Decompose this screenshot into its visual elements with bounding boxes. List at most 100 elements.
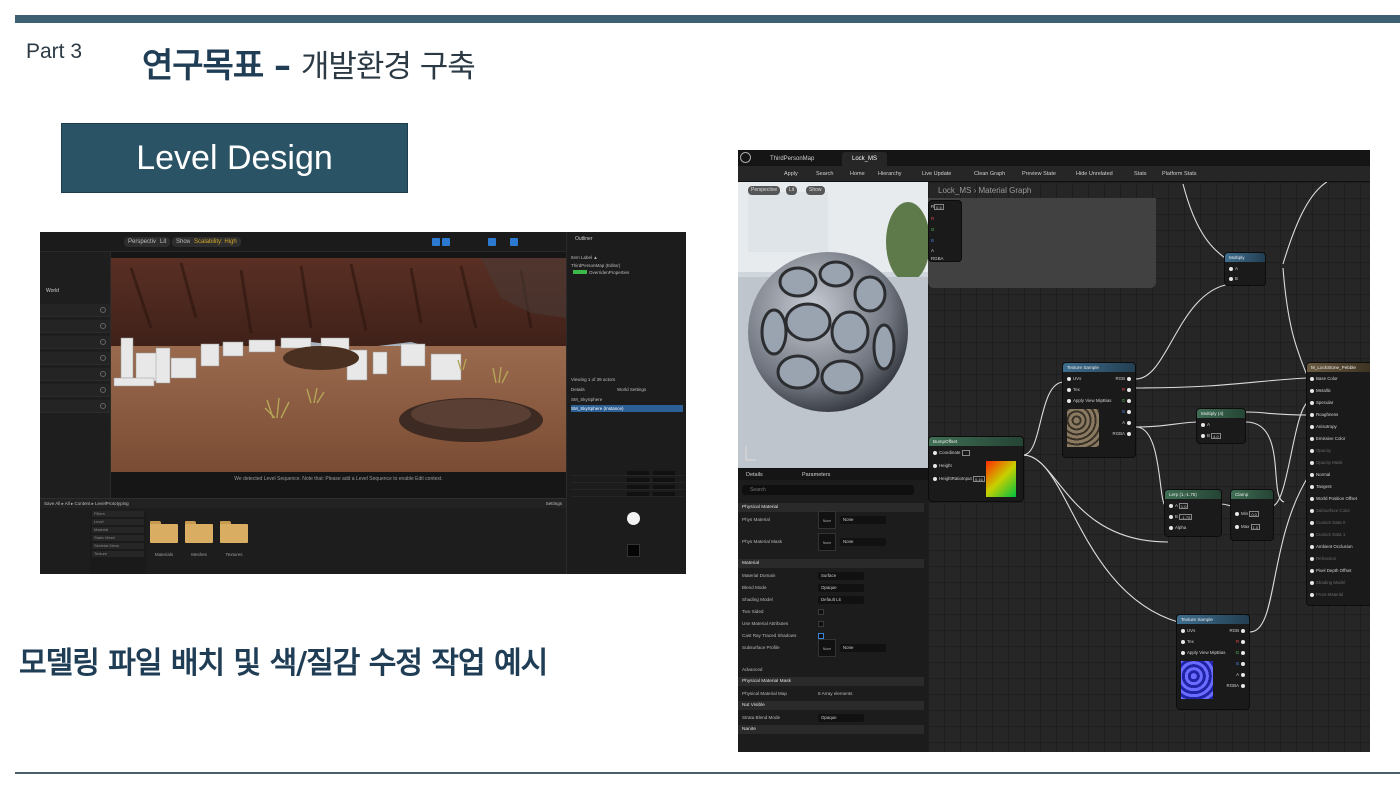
level-viewport[interactable] bbox=[111, 258, 566, 472]
node-pin[interactable]: Refraction bbox=[1308, 555, 1336, 562]
node-pin[interactable]: Custom Data 1 bbox=[1308, 531, 1345, 538]
selected-actor-instance[interactable]: SM_SkySphere (Instance) bbox=[571, 405, 683, 412]
filter-item[interactable]: Level bbox=[92, 519, 144, 525]
node-material-result[interactable]: M_LockStone_Pebble Base Color Metallic Spe… bbox=[1306, 362, 1370, 606]
details-dropdown[interactable]: Opaque bbox=[818, 714, 864, 722]
transform-row[interactable] bbox=[571, 477, 685, 483]
node-fragment[interactable]: R 0.5 R G B A RGBA bbox=[928, 200, 962, 262]
node-pin[interactable]: Roughness bbox=[1308, 411, 1338, 418]
filter-item[interactable]: Static Mesh bbox=[92, 535, 144, 541]
details-checkbox[interactable] bbox=[818, 609, 824, 615]
viewport-chip-lit[interactable]: Lit bbox=[156, 237, 171, 247]
asset-thumbnail[interactable]: None bbox=[818, 533, 836, 551]
node-pin[interactable]: Opacity Mask bbox=[1308, 459, 1343, 466]
sidebar-row[interactable] bbox=[40, 320, 110, 333]
details-dropdown[interactable]: None bbox=[840, 644, 886, 652]
settings-button[interactable]: Settings bbox=[546, 499, 562, 508]
outliner-row[interactable]: Item Label ▲ bbox=[571, 254, 683, 261]
sidebar-row[interactable] bbox=[40, 384, 110, 397]
node-pin[interactable]: Specular bbox=[1308, 399, 1333, 406]
filter-item[interactable]: Filters bbox=[92, 511, 144, 517]
apply-button[interactable]: Apply bbox=[784, 169, 798, 179]
platform-stats-button[interactable]: Platform Stats bbox=[1162, 169, 1197, 179]
node-bump-offset[interactable]: BumpOffset Coordinate Height HeightRatio… bbox=[928, 436, 1024, 502]
node-pin[interactable]: Ambient Occlusion bbox=[1308, 543, 1353, 550]
node-pin[interactable]: Emissive Color bbox=[1308, 435, 1345, 442]
node-texture-sample-1[interactable]: Texture Sample UVs Tex Apply View MipBia… bbox=[1062, 362, 1136, 458]
details-dropdown[interactable]: Surface bbox=[818, 572, 864, 580]
preview-chip-perspective[interactable]: Perspective bbox=[748, 186, 781, 195]
snap-angle-icon[interactable] bbox=[510, 238, 518, 246]
details-dropdown[interactable]: None bbox=[840, 516, 886, 524]
translate-tool-icon[interactable] bbox=[432, 238, 440, 246]
node-pin[interactable]: Front Material bbox=[1308, 591, 1343, 598]
folder-icon[interactable] bbox=[150, 521, 178, 543]
asset-thumbnail[interactable]: None bbox=[818, 639, 836, 657]
details-section[interactable]: Nut Visible bbox=[738, 701, 924, 710]
details-section[interactable]: Physical Material Mask bbox=[738, 677, 924, 686]
outliner-row[interactable]: ThirdPersonMap (Editor) bbox=[571, 262, 683, 269]
folder-icon[interactable] bbox=[220, 521, 248, 543]
details-section[interactable]: Nanite bbox=[738, 725, 924, 734]
node-pin[interactable]: Shading Model bbox=[1308, 579, 1345, 586]
stats-button[interactable]: Stats bbox=[1134, 169, 1147, 179]
details-checkbox[interactable] bbox=[818, 621, 824, 627]
node-pin[interactable]: Tangent bbox=[1308, 483, 1332, 490]
node-clamp[interactable]: Clamp Min 0.0 Max 1.0 bbox=[1230, 489, 1274, 541]
preview-chip-show[interactable]: Show bbox=[806, 186, 825, 195]
asset-thumbnail[interactable]: None bbox=[818, 511, 836, 529]
static-mesh-thumbnail[interactable] bbox=[627, 512, 640, 525]
selected-actor[interactable]: SM_SkySphere bbox=[571, 396, 683, 403]
node-texture-sample-2[interactable]: Texture Sample UVs Tex Apply View MipBia… bbox=[1176, 614, 1250, 710]
node-pin[interactable]: Normal bbox=[1308, 471, 1330, 478]
transform-row[interactable] bbox=[571, 491, 685, 497]
details-dropdown[interactable]: None bbox=[840, 538, 886, 546]
filter-item[interactable]: Texture bbox=[92, 551, 144, 557]
sidebar-row[interactable] bbox=[40, 400, 110, 413]
live-update-button[interactable]: Live Update bbox=[922, 169, 951, 179]
node-pin[interactable]: Pixel Depth Offset bbox=[1308, 567, 1351, 574]
material-preview-viewport[interactable]: Perspective Lit Show bbox=[738, 182, 928, 468]
sidebar-row[interactable] bbox=[40, 336, 110, 349]
hierarchy-button[interactable]: Hierarchy bbox=[878, 169, 902, 179]
tab-parameters[interactable]: Parameters bbox=[798, 470, 834, 480]
node-pin[interactable]: Opacity bbox=[1308, 447, 1331, 454]
node-multiply[interactable]: Multiply A B bbox=[1224, 252, 1266, 286]
filter-item[interactable]: Material bbox=[92, 527, 144, 533]
tab-details[interactable]: Details bbox=[742, 470, 767, 480]
tab-thirdpersonmap[interactable]: ThirdPersonMap bbox=[760, 152, 824, 166]
tab-lock-ms[interactable]: Lock_MS bbox=[842, 152, 888, 166]
details-dropdown[interactable]: Opaque bbox=[818, 584, 864, 592]
search-button[interactable]: Search bbox=[816, 169, 833, 179]
material-thumbnail[interactable] bbox=[627, 544, 640, 557]
node-pin[interactable]: Subsurface Color bbox=[1308, 507, 1350, 514]
filter-item[interactable]: Skeletal Mesh bbox=[92, 543, 144, 549]
rotate-tool-icon[interactable] bbox=[442, 238, 450, 246]
clean-graph-button[interactable]: Clean Graph bbox=[974, 169, 1005, 179]
folder-icon[interactable] bbox=[185, 521, 213, 543]
snap-grid-icon[interactable] bbox=[488, 238, 496, 246]
material-graph[interactable]: Lock_MS › Material Graph R 0.5 R G B A R… bbox=[928, 182, 1370, 752]
scalability-chip[interactable]: Scalability: High bbox=[190, 237, 241, 247]
content-path[interactable]: Save All ▸ All ▸ Content ▸ LevelPrototyp… bbox=[40, 499, 566, 508]
sidebar-row[interactable] bbox=[40, 352, 110, 365]
sidebar-row[interactable] bbox=[40, 368, 110, 381]
details-section[interactable]: Material bbox=[738, 559, 924, 568]
node-lerp[interactable]: Lerp (1,-1.75) A 1.0 B -1.75 Alpha bbox=[1164, 489, 1222, 537]
hide-unrelated-button[interactable]: Hide Unrelated bbox=[1076, 169, 1113, 179]
node-pin[interactable]: Base Color bbox=[1308, 375, 1338, 382]
transform-row[interactable] bbox=[571, 484, 685, 490]
details-search-input[interactable]: Search bbox=[742, 485, 914, 495]
sidebar-row[interactable] bbox=[40, 304, 110, 317]
node-pin[interactable]: Custom Data 0 bbox=[1308, 519, 1345, 526]
details-dropdown[interactable]: Default Lit bbox=[818, 596, 864, 604]
node-pin[interactable]: Metallic bbox=[1308, 387, 1331, 394]
node-pin[interactable]: World Position Offset bbox=[1308, 495, 1357, 502]
home-button[interactable]: Home bbox=[850, 169, 865, 179]
node-pin[interactable]: Anisotropy bbox=[1308, 423, 1337, 430]
preview-chip-lit[interactable]: Lit bbox=[786, 186, 798, 195]
node-multiply-4[interactable]: Multiply (4) A B 4.0 bbox=[1196, 408, 1246, 444]
outliner-row[interactable]: OverridenProperties bbox=[571, 269, 683, 276]
world-settings-tab[interactable]: World Settings bbox=[617, 386, 677, 393]
transform-row[interactable] bbox=[571, 470, 685, 476]
